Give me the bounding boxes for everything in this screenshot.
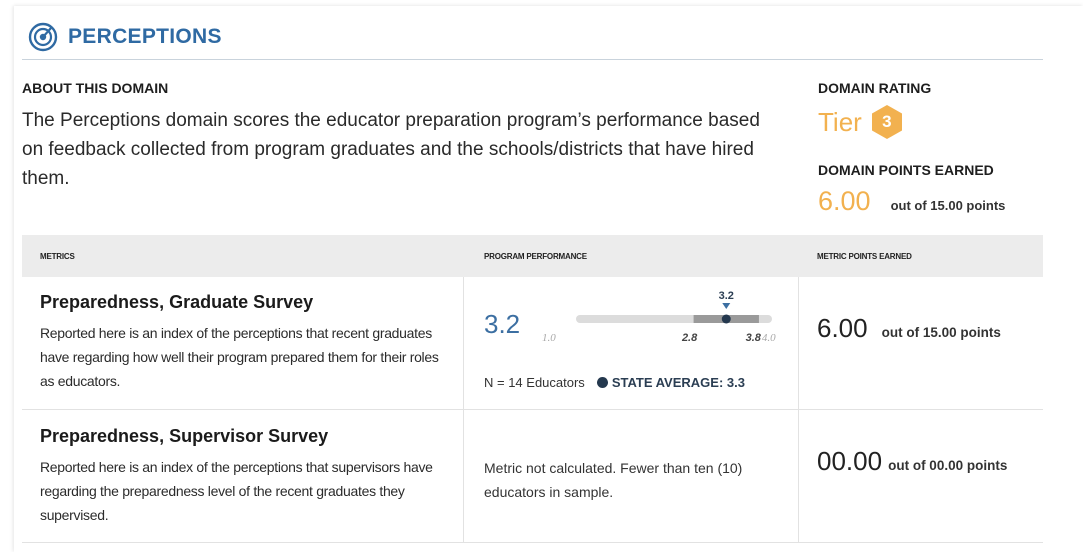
sample-info: N = 14 Educators STATE AVERAGE: 3.3 [484,375,745,390]
range-high-label: 3.8 [746,332,762,344]
metric-points-value: 6.00 [817,313,868,343]
metric-title: Preparedness, Supervisor Survey [40,426,329,446]
tier-text: Tier [818,106,862,137]
column-divider [798,277,799,409]
metrics-table: METRICS PROGRAM PERFORMANCE METRIC POINT… [22,235,1043,543]
performance-value: 3.2 [484,309,521,339]
marker-arrow [722,303,731,309]
header-divider [22,59,1043,60]
target-icon [28,22,58,52]
state-average-legend-dot [596,377,608,388]
metric-description: Reported here is an index of the percept… [40,459,433,523]
header-metrics: METRICS [40,252,75,261]
points-earned-label: DOMAIN POINTS EARNED [818,162,994,178]
table-header: METRICS PROGRAM PERFORMANCE METRIC POINT… [22,235,1043,277]
metric-points-out-of: out of 15.00 points [881,325,1001,340]
metric-points-value: 00.00 [817,446,883,476]
header-program-performance: PROGRAM PERFORMANCE [484,252,587,261]
marker-label: 3.2 [719,290,734,302]
domain-rating-label: DOMAIN RATING [818,80,932,96]
about-text: The Perceptions domain scores the educat… [22,110,760,189]
domain-header: PERCEPTIONS [28,22,222,52]
metric-points-earned: 00.00 out of 00.00 points [817,446,1007,477]
tier-rating: Tier 3 [818,103,906,141]
scale-min-label: 1.0 [542,332,556,344]
domain-title: PERCEPTIONS [68,25,222,48]
metric-description: Reported here is an index of the percept… [40,325,439,389]
points-earned-value: 6.00 [818,186,871,216]
points-out-of: out of 15.00 points [890,198,1006,213]
column-divider [463,410,464,542]
performance-scale: 3.2 1.0 2.8 3.8 4.0 [542,290,776,344]
range-low-label: 2.8 [681,332,698,344]
metric-points-earned: 6.00 out of 15.00 points [817,313,1001,344]
tier-number: 3 [882,112,892,131]
column-divider [798,410,799,542]
state-average-dot [721,314,731,324]
table-row: Preparedness, Graduate Survey Reported h… [22,277,1043,410]
table-row: Preparedness, Supervisor Survey Reported… [22,410,1043,543]
metric-points-out-of: out of 00.00 points [888,458,1008,473]
about-label: ABOUT THIS DOMAIN [22,80,169,96]
scale-max-label: 4.0 [762,332,776,344]
points-earned: 6.00 out of 15.00 points [818,186,1005,217]
column-divider [463,277,464,409]
not-calculated-note: Metric not calculated. Fewer than ten (1… [484,460,743,500]
sample-size: N = 14 Educators [484,375,585,390]
state-average-text: STATE AVERAGE: 3.3 [611,375,745,390]
metric-title: Preparedness, Graduate Survey [40,292,314,312]
tier-badge: 3 [868,103,906,141]
header-metric-points: METRIC POINTS EARNED [817,252,912,261]
